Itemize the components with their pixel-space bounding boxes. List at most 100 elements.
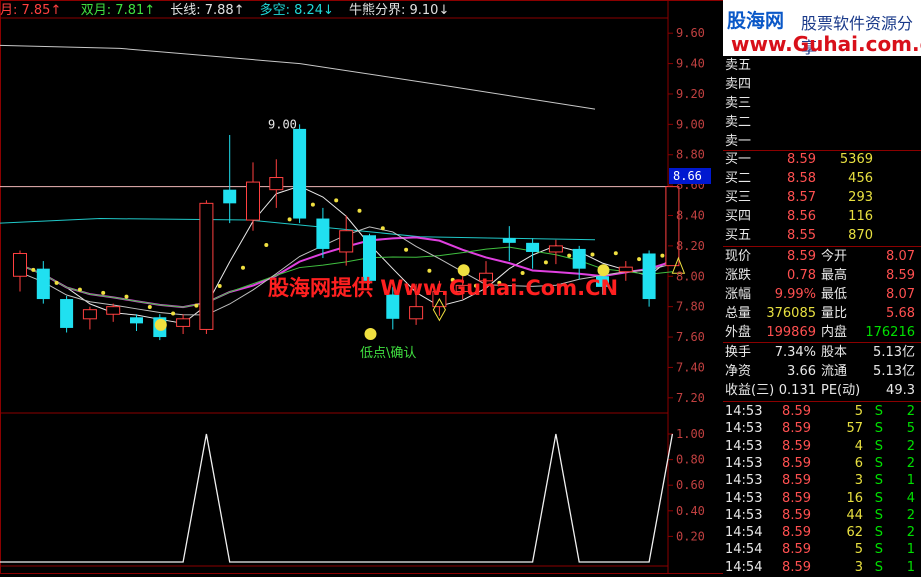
price-tick-label: 9.60 [676, 26, 705, 40]
price-tick-label: 7.80 [676, 300, 705, 314]
tick-price: 8.59 [782, 525, 811, 541]
bid-price: 8.55 [787, 228, 816, 243]
tick-side: S [874, 490, 883, 506]
quote-row: 净资 3.66 流通 5.13亿 [723, 362, 921, 381]
tick-row: 14:53 8.59 57 S 5 [723, 419, 921, 438]
tick-price: 8.59 [782, 438, 811, 454]
tick-side: S [874, 421, 883, 437]
signal-dot [637, 257, 642, 262]
quote-label: 量比 [821, 306, 848, 321]
quote-value: 5.13亿 [873, 364, 915, 379]
quote-label: 最高 [821, 268, 848, 283]
quote-value: 9.99% [774, 287, 816, 302]
watermark: 股海网提供 Www.Guhai.Com.CN [268, 276, 618, 300]
signal-dot [101, 290, 106, 295]
candle-body [130, 317, 143, 324]
bid-volume: 456 [848, 171, 873, 186]
bid-label: 买四 [725, 209, 752, 224]
ask-label: 卖二 [725, 115, 752, 130]
price-axis: 9.609.409.209.008.808.608.408.208.007.80… [668, 26, 711, 543]
ask-row: 卖四 [723, 75, 921, 94]
current-price-label: 8.66 [673, 169, 702, 183]
signal-dot [357, 208, 362, 213]
header-item: 双月: 7.81↑ [81, 3, 155, 18]
signal-dot [241, 265, 245, 270]
tick-side: S [874, 525, 883, 541]
low-signal-marker [597, 264, 610, 277]
tick-time: 14:53 [725, 473, 763, 489]
bid-label: 买二 [725, 171, 752, 186]
candle-body [223, 189, 237, 204]
tick-time: 14:53 [725, 507, 763, 523]
low-confirm-label: 低点\确认 [360, 346, 416, 361]
bid-label: 买三 [725, 190, 752, 205]
tick-row: 14:53 8.59 16 S 4 [723, 489, 921, 508]
quote-label: 涨跌 [725, 268, 752, 283]
signal-dot [520, 270, 525, 275]
low-signal-marker [457, 264, 470, 277]
tick-row: 14:54 8.59 5 S 1 [723, 540, 921, 559]
candle-body [106, 306, 121, 315]
signal-dot [590, 252, 595, 257]
signal-dot [334, 198, 339, 203]
quote-label: 净资 [725, 364, 752, 379]
quote-row: 涨跌 0.78 最高 8.59 [723, 266, 921, 285]
quote-value: 376085 [766, 306, 816, 321]
quote-label: 换手 [725, 345, 752, 360]
tick-time: 14:54 [725, 525, 763, 541]
quote-label: 涨幅 [725, 287, 752, 302]
signal-dot [404, 247, 409, 252]
bid-row: 买三 8.57 293 [723, 188, 921, 207]
price-tick-label: 7.20 [676, 391, 705, 405]
ask-label: 卖五 [725, 58, 752, 73]
candle-body [642, 253, 656, 300]
quote-row: 收益(三) 0.131 PE(动) 49.3 [723, 381, 921, 400]
quote-label: 现价 [725, 249, 752, 264]
quote-row: 换手 7.34% 股本 5.13亿 [723, 343, 921, 362]
indicator-tick-label: 0.80 [676, 453, 705, 467]
signal-dot [567, 253, 572, 258]
quote-panel: 股海网 股票软件资源分享 www.Guhai.com.cn 卖五卖四卖三卖二卖一… [723, 0, 921, 575]
candle-body [293, 128, 307, 219]
tick-side: S [874, 507, 883, 523]
quote-label: 最低 [821, 287, 848, 302]
price-tick-label: 8.40 [676, 209, 705, 223]
candle-body [269, 177, 284, 191]
signal-dot [287, 217, 292, 222]
tick-time: 14:53 [725, 404, 763, 419]
tick-price: 8.59 [782, 490, 811, 506]
bid-row: 买五 8.55 870 [723, 226, 921, 245]
bid-label: 买一 [725, 152, 752, 167]
ask-label: 卖三 [725, 96, 752, 111]
quote-value: 49.3 [886, 383, 915, 398]
quote-value: 0.131 [778, 383, 816, 398]
quote-label: 外盘 [725, 325, 752, 340]
ask-label: 卖一 [725, 134, 752, 149]
quote-label: 股本 [821, 345, 848, 360]
price-tick-label: 8.80 [676, 148, 705, 162]
tick-side: S [874, 473, 883, 489]
signal-dot [427, 268, 432, 273]
quote-row: 总量 376085 量比 5.68 [723, 304, 921, 323]
header-indicators: 月: 7.85↑ 双月: 7.81↑ 长线: 7.88↑ 多空: 8.24↓ 牛熊分界:… [0, 2, 449, 18]
indicator-tick-label: 0.40 [676, 504, 705, 518]
candle-body [502, 238, 516, 243]
bid-label: 买五 [725, 228, 752, 243]
indicator-tick-label: 0.20 [676, 529, 705, 543]
tick-row: 14:53 8.59 5 S 2 [723, 402, 921, 421]
signal-dot [380, 226, 385, 231]
header-item: 长线: 7.88↑ [170, 3, 244, 18]
price-tick-label: 8.20 [676, 239, 705, 253]
candle-body [199, 202, 214, 330]
indicator-line [0, 433, 674, 563]
signal-dot [171, 311, 176, 316]
signal-dot [217, 284, 222, 289]
tick-count: 2 [906, 507, 915, 523]
bull-bear-line [0, 44, 596, 110]
indicator-tick-label: 0.60 [676, 478, 705, 492]
price-tick-label: 7.60 [676, 330, 705, 344]
quote-value: 7.34% [774, 345, 816, 360]
tick-volume: 62 [846, 525, 863, 541]
price-tick-label: 7.40 [676, 360, 705, 374]
tick-row: 14:53 8.59 44 S 2 [723, 506, 921, 525]
